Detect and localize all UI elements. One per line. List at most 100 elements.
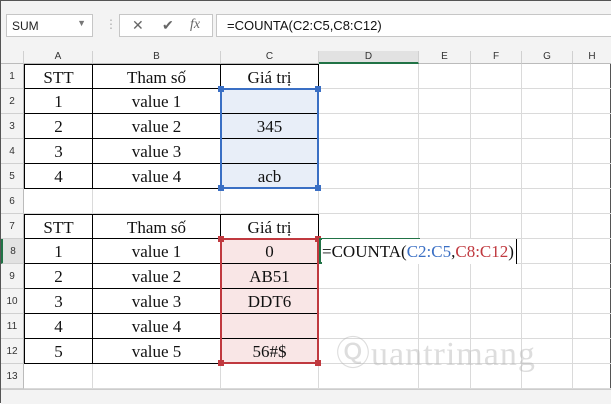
cell[interactable] bbox=[471, 89, 522, 114]
cell[interactable] bbox=[573, 64, 611, 89]
table-header-cell[interactable]: Tham số bbox=[93, 214, 221, 239]
cell[interactable] bbox=[471, 164, 522, 189]
table-cell[interactable]: 1 bbox=[24, 89, 93, 114]
column-header-A[interactable]: A bbox=[24, 51, 93, 64]
row-header-11[interactable]: 11 bbox=[1, 314, 24, 339]
range-handle[interactable] bbox=[218, 236, 224, 242]
table-cell[interactable]: value 3 bbox=[93, 289, 221, 314]
column-header-F[interactable]: F bbox=[471, 51, 522, 64]
table-cell[interactable]: 2 bbox=[24, 114, 93, 139]
cell[interactable] bbox=[573, 89, 611, 114]
cell[interactable] bbox=[419, 264, 471, 289]
cell[interactable] bbox=[93, 364, 221, 389]
row-header-2[interactable]: 2 bbox=[1, 89, 24, 114]
cell[interactable] bbox=[419, 114, 471, 139]
cell[interactable] bbox=[419, 139, 471, 164]
cell[interactable] bbox=[522, 64, 573, 89]
cell[interactable] bbox=[522, 214, 573, 239]
column-header-G[interactable]: G bbox=[522, 51, 573, 64]
cell[interactable] bbox=[471, 114, 522, 139]
table-cell[interactable]: value 2 bbox=[93, 264, 221, 289]
table-cell[interactable]: value 3 bbox=[93, 139, 221, 164]
cell[interactable] bbox=[319, 189, 419, 214]
cell[interactable] bbox=[319, 164, 419, 189]
table-header-cell[interactable]: STT bbox=[24, 64, 93, 89]
cell[interactable] bbox=[573, 239, 611, 264]
table-cell[interactable]: value 2 bbox=[93, 114, 221, 139]
cell[interactable] bbox=[319, 289, 419, 314]
table-cell[interactable]: 3 bbox=[24, 139, 93, 164]
cell[interactable] bbox=[24, 364, 93, 389]
table-cell[interactable]: 0 bbox=[221, 239, 319, 264]
cell[interactable] bbox=[573, 339, 611, 364]
check-icon[interactable]: ✔ bbox=[162, 17, 174, 34]
table-header-cell[interactable]: Tham số bbox=[93, 64, 221, 89]
cell[interactable] bbox=[471, 289, 522, 314]
cell[interactable] bbox=[522, 289, 573, 314]
table-header-cell[interactable]: Giá trị bbox=[221, 64, 319, 89]
table-cell[interactable]: value 1 bbox=[93, 89, 221, 114]
row-header-12[interactable]: 12 bbox=[1, 339, 24, 364]
row-header-1[interactable]: 1 bbox=[1, 64, 24, 89]
cell[interactable] bbox=[573, 189, 611, 214]
cell[interactable] bbox=[419, 64, 471, 89]
table-cell[interactable] bbox=[221, 139, 319, 164]
range-handle[interactable] bbox=[218, 185, 224, 191]
row-header-10[interactable]: 10 bbox=[1, 289, 24, 314]
table-cell[interactable]: 1 bbox=[24, 239, 93, 264]
column-header-B[interactable]: B bbox=[93, 51, 221, 64]
select-all-corner[interactable] bbox=[1, 51, 24, 64]
row-header-4[interactable]: 4 bbox=[1, 139, 24, 164]
cell[interactable] bbox=[319, 139, 419, 164]
cell[interactable] bbox=[419, 189, 471, 214]
range-handle[interactable] bbox=[315, 86, 321, 92]
cell[interactable] bbox=[319, 214, 419, 239]
cell[interactable] bbox=[522, 114, 573, 139]
cell[interactable] bbox=[319, 64, 419, 89]
cell[interactable] bbox=[319, 264, 419, 289]
table-cell[interactable]: 2 bbox=[24, 264, 93, 289]
cell[interactable] bbox=[419, 164, 471, 189]
fx-icon[interactable]: fx bbox=[190, 17, 200, 33]
range-handle[interactable] bbox=[315, 236, 321, 242]
cell[interactable] bbox=[471, 189, 522, 214]
cell[interactable] bbox=[573, 314, 611, 339]
range-handle[interactable] bbox=[218, 86, 224, 92]
cancel-icon[interactable]: ✕ bbox=[132, 17, 144, 34]
sheet-tabs-bar[interactable] bbox=[1, 389, 611, 404]
range-handle[interactable] bbox=[315, 185, 321, 191]
cell[interactable] bbox=[573, 114, 611, 139]
cell[interactable] bbox=[522, 264, 573, 289]
cell[interactable] bbox=[522, 89, 573, 114]
cell[interactable] bbox=[24, 189, 93, 214]
cell[interactable] bbox=[573, 139, 611, 164]
cell[interactable] bbox=[419, 214, 471, 239]
range-handle[interactable] bbox=[315, 360, 321, 366]
cell[interactable] bbox=[573, 289, 611, 314]
cell-edit-text[interactable]: =COUNTA(C2:C5,C8:C12) bbox=[322, 239, 517, 264]
row-header-5[interactable]: 5 bbox=[1, 164, 24, 189]
cell[interactable] bbox=[573, 214, 611, 239]
table-cell[interactable]: AB51 bbox=[221, 264, 319, 289]
cell[interactable] bbox=[221, 364, 319, 389]
table-cell[interactable] bbox=[221, 314, 319, 339]
chevron-down-icon[interactable]: ▼ bbox=[77, 18, 86, 28]
cell[interactable] bbox=[522, 139, 573, 164]
table-cell[interactable]: 4 bbox=[24, 164, 93, 189]
table-cell[interactable]: 4 bbox=[24, 314, 93, 339]
cell[interactable] bbox=[221, 189, 319, 214]
row-header-13[interactable]: 13 bbox=[1, 364, 24, 389]
cell[interactable] bbox=[522, 189, 573, 214]
name-box[interactable]: SUM ▼ bbox=[6, 14, 93, 37]
cell[interactable] bbox=[573, 264, 611, 289]
table-cell[interactable]: value 4 bbox=[93, 164, 221, 189]
cell[interactable] bbox=[319, 114, 419, 139]
column-header-D[interactable]: D bbox=[319, 51, 419, 64]
row-header-8[interactable]: 8 bbox=[1, 239, 24, 264]
row-header-3[interactable]: 3 bbox=[1, 114, 24, 139]
table-cell[interactable]: 345 bbox=[221, 114, 319, 139]
cell[interactable] bbox=[319, 89, 419, 114]
range-handle[interactable] bbox=[218, 360, 224, 366]
row-header-6[interactable]: 6 bbox=[1, 189, 24, 214]
cell[interactable] bbox=[471, 139, 522, 164]
